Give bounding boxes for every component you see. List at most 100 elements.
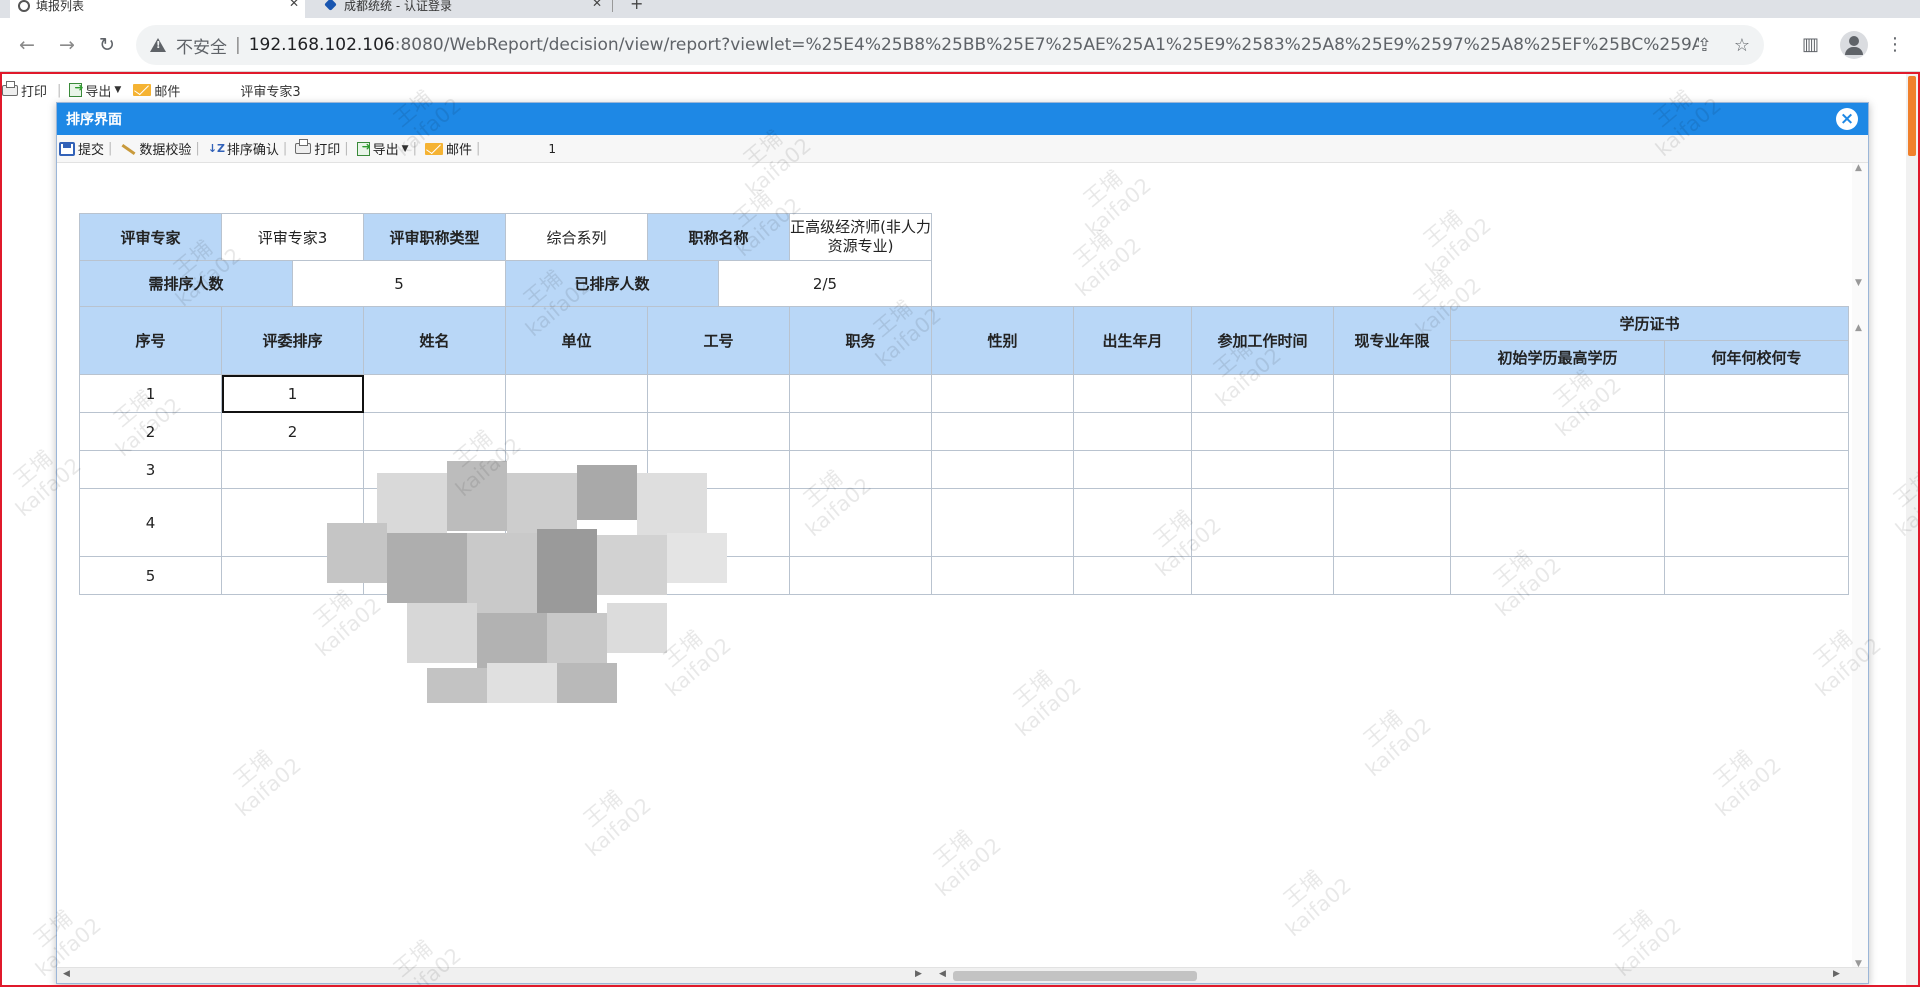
gender-cell: [931, 488, 1074, 557]
address-separator: |: [235, 35, 241, 55]
print-button[interactable]: 打印: [2, 80, 48, 100]
table-row: 1 1: [79, 374, 1849, 413]
chevron-down-icon: ▼: [401, 143, 409, 154]
export-button[interactable]: 导出 ▼: [356, 139, 409, 158]
close-icon[interactable]: ×: [1836, 108, 1858, 130]
done-count-label: 已排序人数: [505, 260, 719, 307]
warning-icon[interactable]: [150, 38, 166, 52]
reload-icon[interactable]: ↻: [94, 32, 120, 58]
gender-cell: [931, 374, 1074, 413]
expert-value: 评审专家3: [221, 213, 364, 261]
rank-cell[interactable]: 1: [221, 374, 364, 413]
toolbar-divider: |: [195, 141, 200, 156]
seq-cell: 3: [79, 450, 222, 489]
rank-cell[interactable]: 2: [221, 412, 364, 451]
title-type-label: 评审职称类型: [363, 213, 506, 261]
edu-cell: [1450, 488, 1665, 557]
seq-cell: 5: [79, 556, 222, 595]
close-tab-icon[interactable]: ✕: [289, 0, 299, 10]
edu-cell: [1450, 556, 1665, 595]
gender-cell: [931, 556, 1074, 595]
mail-label: 邮件: [445, 143, 472, 158]
share-icon[interactable]: ⇪: [1697, 35, 1712, 56]
address-bar[interactable]: 不安全 | 192.168.102.106:8080/WebReport/dec…: [136, 25, 1764, 65]
menu-dots-icon[interactable]: ⋮: [1886, 34, 1904, 55]
unit-cell: [505, 374, 648, 413]
scroll-right-icon[interactable]: ▶: [915, 969, 922, 979]
col-job-no: 工号: [647, 306, 790, 375]
years-cell: [1333, 450, 1451, 489]
seq-cell: 2: [79, 412, 222, 451]
url-text[interactable]: 192.168.102.106:8080/WebReport/decision/…: [249, 35, 1699, 55]
years-cell: [1333, 488, 1451, 557]
scroll-left-icon[interactable]: ◀: [939, 969, 946, 979]
printer-icon: [295, 139, 312, 154]
title-name-value: 正高级经济师(非人力资源专业): [789, 213, 932, 261]
print-button[interactable]: 打印: [295, 139, 340, 158]
print-label: 打印: [21, 84, 48, 100]
browser-toolbar: ← → ↻ 不安全 | 192.168.102.106:8080/WebRepo…: [0, 18, 1920, 72]
sort-dialog: 排序界面 × 提交 | 数据校验 | ↓Z 排序确认 | 打印 | ➜ 导出 ▼…: [56, 102, 1869, 984]
save-icon: [59, 141, 75, 156]
close-tab-icon[interactable]: ✕: [592, 0, 602, 10]
security-label[interactable]: 不安全: [176, 33, 227, 58]
scroll-left-icon[interactable]: ◀: [63, 969, 70, 979]
done-count-value: 2/5: [718, 260, 932, 307]
export-label: 导出: [372, 143, 399, 158]
scroll-up-icon[interactable]: ▲: [1855, 323, 1862, 333]
job-no-cell: [647, 374, 790, 413]
redacted-area: [287, 461, 807, 703]
mail-icon: [424, 142, 443, 155]
browser-tab[interactable]: 成都统统 - 认证登录 ✕: [318, 0, 608, 18]
title-name-label: 职称名称: [647, 213, 790, 261]
mail-label: 邮件: [154, 84, 181, 100]
col-name: 姓名: [363, 306, 506, 375]
need-count-label: 需排序人数: [79, 260, 293, 307]
years-cell: [1333, 412, 1451, 451]
scroll-down-icon[interactable]: ▼: [1855, 278, 1862, 288]
mail-button[interactable]: 邮件: [424, 139, 472, 158]
export-label: 导出: [85, 84, 112, 100]
export-icon: [69, 81, 84, 97]
mail-button[interactable]: 邮件: [133, 81, 180, 100]
expert-label: 评审专家: [79, 213, 222, 261]
toolbar-divider: |: [412, 141, 417, 156]
school-cell: [1664, 488, 1849, 557]
forward-icon[interactable]: →: [54, 32, 80, 58]
col-work-start: 参加工作时间: [1191, 306, 1334, 375]
position-cell: [789, 450, 932, 489]
dialog-horizontal-scrollbar[interactable]: ◀ ▶ ◀ ▶: [57, 967, 1868, 983]
tab-strip: 填报列表 ✕ 成都统统 - 认证登录 ✕ +: [0, 0, 1920, 18]
new-tab-button[interactable]: +: [630, 0, 643, 13]
validate-label: 数据校验: [139, 143, 192, 158]
birth-cell: [1073, 556, 1192, 595]
need-count-value: 5: [292, 260, 506, 307]
printer-icon: [2, 80, 18, 96]
dialog-vertical-scrollbar[interactable]: ▲ ▼ ▲ ▼: [1852, 163, 1868, 973]
profile-avatar[interactable]: [1840, 31, 1868, 59]
back-icon[interactable]: ←: [14, 32, 40, 58]
page-scrollbar-thumb[interactable]: [1908, 76, 1916, 156]
export-icon: [356, 140, 371, 156]
birth-cell: [1073, 488, 1192, 557]
seq-cell: 1: [79, 374, 222, 413]
side-panel-icon[interactable]: ▥: [1802, 34, 1819, 55]
submit-button[interactable]: 提交: [59, 139, 104, 158]
col-seq: 序号: [79, 306, 222, 375]
bookmark-star-icon[interactable]: ☆: [1734, 35, 1750, 56]
page-scrollbar[interactable]: [1906, 74, 1918, 985]
col-cert-group: 学历证书: [1450, 306, 1849, 341]
edu-cell: [1450, 374, 1665, 413]
scroll-up-icon[interactable]: ▲: [1855, 163, 1862, 173]
col-rank: 评委排序: [221, 306, 364, 375]
toolbar-divider: |: [57, 82, 62, 98]
print-label: 打印: [314, 143, 341, 158]
horizontal-scrollbar-thumb[interactable]: [953, 971, 1197, 981]
validate-button[interactable]: 数据校验: [120, 139, 191, 158]
export-button[interactable]: 导出 ▼: [69, 81, 121, 100]
scroll-right-icon[interactable]: ▶: [1833, 969, 1840, 979]
work-start-cell: [1191, 412, 1334, 451]
browser-tab-active[interactable]: 填报列表 ✕: [10, 0, 305, 18]
sort-confirm-button[interactable]: ↓Z 排序确认: [208, 139, 279, 159]
school-cell: [1664, 374, 1849, 413]
